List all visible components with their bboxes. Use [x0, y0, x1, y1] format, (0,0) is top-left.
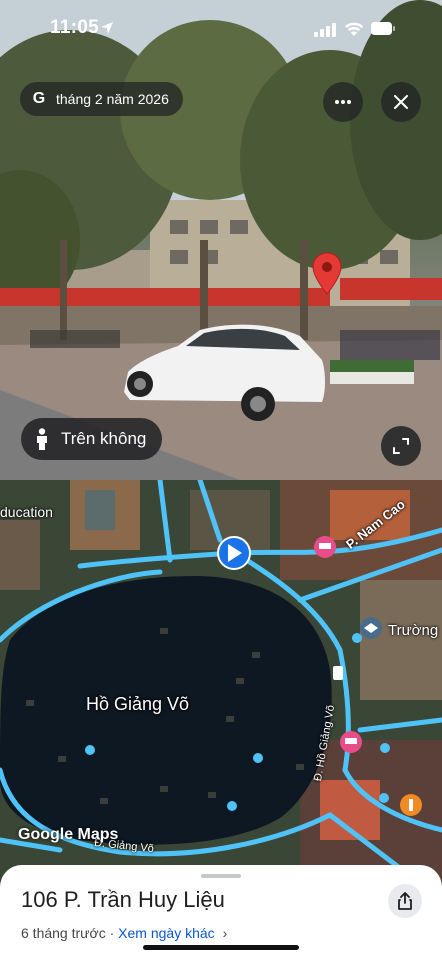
map-label-school: Trường	[388, 622, 439, 639]
other-dates-link[interactable]: Xem ngày khác	[118, 925, 215, 941]
expand-button[interactable]	[381, 426, 421, 466]
expand-icon	[393, 438, 409, 454]
overhead-view-label: Trên không	[61, 429, 147, 448]
map-label-education: ducation	[0, 504, 53, 520]
wifi-icon	[344, 22, 364, 36]
close-button[interactable]	[381, 82, 421, 122]
place-address: 106 P. Trần Huy Liệu	[21, 887, 225, 912]
sheet-drag-handle[interactable]	[201, 874, 241, 878]
more-dots-icon	[335, 100, 351, 104]
imagery-date-chip[interactable]: G tháng 2 năm 2026	[20, 82, 183, 116]
location-pin-icon	[312, 252, 342, 295]
street-view-image	[0, 0, 442, 480]
overhead-view-button[interactable]: Trên không	[21, 418, 163, 460]
person-icon	[37, 428, 47, 450]
map-label-lake: Hồ Giảng Võ	[86, 694, 190, 714]
home-indicator[interactable]	[143, 945, 299, 950]
google-maps-logo: Google Maps	[18, 826, 119, 843]
cellular-signal-icon	[314, 23, 336, 37]
location-arrow-icon	[101, 22, 113, 34]
imagery-age: 6 tháng trước	[21, 925, 106, 941]
chevron-right-icon[interactable]: ›	[223, 925, 228, 941]
share-icon	[398, 892, 412, 910]
status-bar: 11:05	[0, 0, 442, 56]
more-options-button[interactable]	[323, 82, 363, 122]
meta-separator: ·	[105, 925, 119, 941]
battery-icon	[371, 22, 395, 35]
google-g-icon: G	[32, 90, 46, 107]
share-button[interactable]	[388, 884, 422, 918]
close-icon	[394, 95, 408, 109]
imagery-meta: 6 tháng trước · Xem ngày khác ›	[21, 925, 227, 941]
imagery-date-label: tháng 2 năm 2026	[56, 91, 169, 107]
street-view-panel[interactable]: 11:05 G tháng 2 năm 2026 Trên không	[0, 0, 442, 480]
status-time: 11:05	[50, 17, 100, 38]
